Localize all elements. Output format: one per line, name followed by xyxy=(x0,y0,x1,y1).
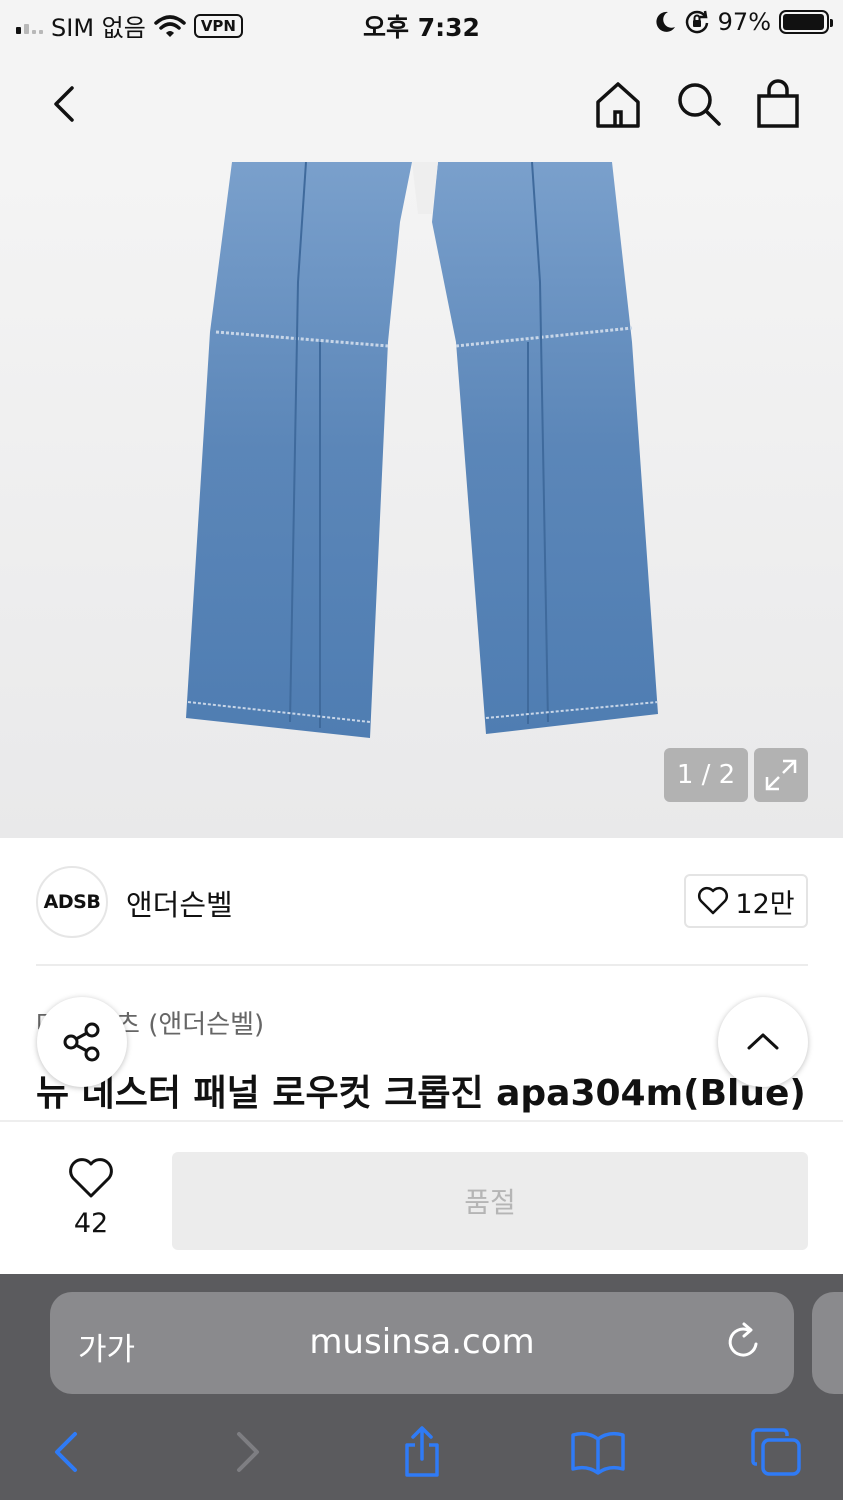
home-icon[interactable] xyxy=(593,78,643,130)
brand-name[interactable]: 앤더슨벨 xyxy=(126,882,233,924)
brand-like-count: 12만 xyxy=(735,888,795,920)
heart-outline-icon xyxy=(69,1158,113,1198)
browser-forward-button[interactable] xyxy=(218,1424,278,1480)
tabs-icon xyxy=(751,1428,801,1476)
shopping-bag-icon[interactable] xyxy=(753,78,803,130)
product-title: 뉴 데스터 패널 로우컷 크롭진 apa304m(Blue) xyxy=(36,1073,806,1114)
moon-icon xyxy=(656,11,675,32)
forward-arrow-icon xyxy=(237,1432,259,1472)
soldout-button: 품절 xyxy=(172,1152,808,1250)
nav-actions xyxy=(593,78,803,130)
orientation-lock-icon xyxy=(685,10,708,34)
heart-outline-icon xyxy=(698,886,729,915)
brand-row: ADSB 앤더슨벨 12만 xyxy=(0,838,843,966)
product-image-gallery[interactable]: 1 / 2 xyxy=(0,162,843,838)
search-icon[interactable] xyxy=(673,78,723,130)
wish-count: 42 xyxy=(73,1208,109,1239)
address-bar[interactable]: 가가 musinsa.com xyxy=(50,1292,794,1394)
wish-button[interactable]: 42 xyxy=(56,1156,126,1239)
chevron-up-icon xyxy=(747,1033,779,1050)
scroll-top-button[interactable] xyxy=(718,997,808,1087)
status-bar: SIM 없음 VPN 오후 7:32 97% xyxy=(0,0,843,50)
bookmarks-icon xyxy=(571,1431,625,1475)
image-counter: 1 / 2 xyxy=(664,748,748,802)
back-arrow-icon xyxy=(55,1432,77,1472)
back-chevron-icon[interactable] xyxy=(44,80,88,128)
product-image xyxy=(186,162,659,738)
expand-button[interactable] xyxy=(754,748,808,802)
share-nodes-icon xyxy=(63,1022,100,1062)
next-tab-preview[interactable] xyxy=(812,1292,843,1394)
browser-tabs-button[interactable] xyxy=(746,1424,806,1480)
browser-bookmarks-button[interactable] xyxy=(568,1424,628,1480)
divider xyxy=(36,964,808,966)
expand-icon xyxy=(765,759,797,791)
browser-share-button[interactable] xyxy=(392,1424,452,1480)
battery-icon xyxy=(779,10,833,34)
browser-toolbar: 가가 musinsa.com xyxy=(0,1274,843,1500)
brand-like-button[interactable]: 12만 xyxy=(684,874,808,928)
share-icon xyxy=(405,1426,439,1477)
top-nav xyxy=(0,50,843,162)
status-right: 97% xyxy=(654,8,833,36)
brand-logo[interactable]: ADSB xyxy=(36,866,108,938)
purchase-bar: 42 품절 xyxy=(0,1120,843,1274)
share-button[interactable] xyxy=(37,997,127,1087)
url-text[interactable]: musinsa.com xyxy=(50,1322,794,1362)
browser-back-button[interactable] xyxy=(36,1424,96,1480)
battery-percent: 97% xyxy=(717,8,771,36)
reload-icon[interactable] xyxy=(722,1320,766,1364)
